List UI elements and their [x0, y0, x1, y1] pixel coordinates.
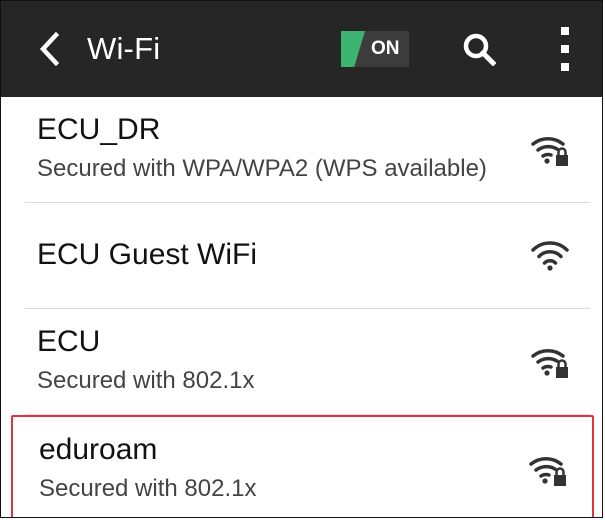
network-name: ECU_DR: [37, 113, 161, 146]
menu-dot-icon: [561, 45, 569, 53]
network-status: Secured with WPA/WPA2 (WPS available): [37, 155, 487, 182]
wifi-settings-screen: Wi-Fi ON ECU_DR Secured with WPA/WPA2 (W…: [0, 0, 603, 518]
network-status: Secured with 802.1x: [37, 367, 255, 394]
menu-dot-icon: [561, 63, 569, 71]
page-title: Wi-Fi: [87, 31, 161, 66]
wifi-locked-icon: [531, 348, 568, 378]
network-name: ECU Guest WiFi: [37, 238, 258, 271]
network-name: ECU: [37, 325, 101, 358]
wifi-toggle[interactable]: ON: [341, 31, 409, 67]
network-item-ecu[interactable]: ECU Secured with 802.1x: [25, 309, 590, 415]
network-name: eduroam: [39, 433, 158, 466]
overflow-menu-button[interactable]: [553, 27, 577, 71]
network-item-ecu-dr[interactable]: ECU_DR Secured with WPA/WPA2 (WPS availa…: [25, 97, 590, 203]
back-button[interactable]: [31, 29, 67, 69]
wifi-open-icon: [531, 241, 569, 271]
toggle-on-indicator: [341, 31, 365, 67]
wifi-locked-icon: [529, 456, 566, 486]
network-status: Secured with 802.1x: [39, 475, 257, 502]
network-list: ECU_DR Secured with WPA/WPA2 (WPS availa…: [1, 97, 602, 517]
wifi-locked-icon: [531, 136, 568, 166]
network-item-eduroam[interactable]: eduroam Secured with 802.1x: [11, 415, 594, 517]
app-header: Wi-Fi ON: [1, 1, 602, 97]
search-button[interactable]: [459, 29, 499, 69]
toggle-label: ON: [371, 38, 400, 59]
chevron-left-icon: [39, 32, 60, 66]
search-icon: [463, 33, 496, 66]
menu-dot-icon: [561, 27, 569, 35]
network-item-ecu-guest-wifi[interactable]: ECU Guest WiFi: [25, 203, 590, 309]
